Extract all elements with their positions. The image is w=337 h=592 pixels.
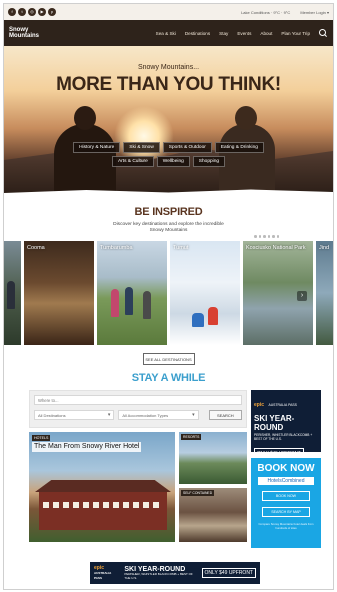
facebook-icon[interactable]: f: [8, 8, 16, 16]
search-button[interactable]: SEARCH: [208, 410, 242, 420]
twitter-icon[interactable]: t: [18, 8, 26, 16]
member-login-link[interactable]: Member Login ▾: [300, 10, 329, 15]
destinations-carousel: Cooma Tumbarumba Tumut Kosciusko Nationa…: [4, 235, 333, 345]
nav-item-plan-your-trip[interactable]: Plan Your Trip: [281, 31, 310, 36]
logo-line2: Mountains: [9, 33, 39, 39]
book-now-heading: BOOK NOW: [257, 463, 315, 474]
chip-ski-snow[interactable]: Ski & Snow: [123, 142, 160, 153]
chip-history-nature[interactable]: History & Nature: [73, 142, 121, 153]
hero-subtitle: Snowy Mountains...: [137, 64, 200, 71]
destination-label: Jind: [319, 245, 330, 251]
filter-row: All Destinations All Accommodation Types…: [34, 410, 242, 420]
destination-card-tumbarumba[interactable]: Tumbarumba: [97, 241, 167, 345]
nav-item-about[interactable]: About: [260, 31, 272, 36]
stay-section: Where to... All Destinations All Accommo…: [4, 390, 333, 550]
instagram-icon[interactable]: ◎: [28, 8, 36, 16]
hero-title: MORE THAN YOU THINK!: [56, 74, 281, 95]
card-tag: RESORTS: [181, 434, 202, 440]
destination-card-cooma[interactable]: Cooma: [24, 241, 94, 345]
stay-main: Where to... All Destinations All Accommo…: [29, 390, 247, 542]
ad-fine-print: Compare Snowy Mountains hotel deals from…: [258, 522, 314, 530]
ski-headline: SKI YEAR-ROUND: [254, 414, 295, 432]
nav-item-sea-ski[interactable]: Sea & Ski: [156, 31, 176, 36]
logo[interactable]: Snowy Mountains: [9, 27, 53, 39]
accommodation-search-form: Where to... All Destinations All Accommo…: [29, 390, 247, 428]
book-now-ad: BOOK NOW HotelsCombined BOOK NOW SEARCH …: [251, 458, 321, 548]
pinterest-icon[interactable]: p: [48, 8, 56, 16]
be-inspired-text: Discover key destinations and explore th…: [113, 222, 224, 233]
banner-epic-logo: epic AUSTRALIA PASS: [94, 564, 112, 580]
chip-eating-drinking[interactable]: Eating & Drinking: [214, 142, 264, 153]
utility-links: Lake Conditions · 9°C · 9°C Member Login…: [241, 10, 329, 15]
destination-label: Kosciusko National Park: [246, 245, 306, 251]
self-contained-card[interactable]: SELF CONTAINED: [179, 488, 247, 542]
resort-card[interactable]: RESORTS: [179, 432, 247, 484]
hotelscombined-logo: HotelsCombined: [258, 477, 314, 485]
card-tag: SELF CONTAINED: [181, 490, 215, 496]
utility-bar: f t ◎ ▶ p Lake Conditions · 9°C · 9°C Me…: [4, 4, 333, 20]
destination-select[interactable]: All Destinations: [34, 410, 115, 420]
search-icon[interactable]: [318, 28, 328, 38]
see-all-destinations-button[interactable]: SEE ALL DESTINATIONS: [142, 353, 195, 365]
sidebar-ads: epic AUSTRALIA PASS SKI YEAR-ROUND PERIS…: [251, 390, 321, 548]
be-inspired-section: BE INSPIRED Discover key destinations an…: [4, 206, 333, 234]
lake-conditions-link[interactable]: Lake Conditions · 9°C · 9°C: [241, 10, 290, 15]
destination-card-jindabyne[interactable]: Jind: [316, 241, 333, 345]
nav-item-destinations[interactable]: Destinations: [185, 31, 210, 36]
be-inspired-heading: BE INSPIRED: [134, 206, 203, 218]
banner-price: ONLY $49 UPFRONT: [201, 568, 256, 578]
destination-label: Tumut: [173, 245, 189, 251]
banner-headline: SKI YEAR-ROUND PERISHER, WHISTLER BLACKC…: [124, 566, 193, 580]
epic-pass-ad[interactable]: epic AUSTRALIA PASS SKI YEAR-ROUND PERIS…: [251, 390, 321, 457]
epic-pass-banner[interactable]: epic AUSTRALIA PASS SKI YEAR-ROUND PERISH…: [90, 562, 260, 584]
destination-label: Cooma: [27, 245, 45, 251]
destination-card-partial[interactable]: [4, 241, 21, 345]
ski-subline: PERISHER, WHISTLER BLACKCOMB + BEST OF T…: [254, 433, 313, 441]
nav-item-events[interactable]: Events: [237, 31, 251, 36]
nav-item-stay[interactable]: Stay: [219, 31, 228, 36]
social-links: f t ◎ ▶ p: [8, 8, 56, 16]
destination-card-tumut[interactable]: Tumut: [170, 241, 240, 345]
carousel-next-icon[interactable]: ›: [297, 291, 307, 301]
price-badge: ONLY $49 UPFRONT: [254, 448, 304, 457]
stay-heading: STAY A WHILE: [131, 372, 206, 384]
youtube-icon[interactable]: ▶: [38, 8, 46, 16]
interest-chips: History & Nature Ski & Snow Sports & Out…: [4, 142, 333, 167]
search-by-map-button[interactable]: SEARCH BY MAP: [262, 507, 310, 517]
carousel-dots: [254, 235, 279, 238]
destination-label: Tumbarumba: [100, 245, 133, 251]
book-now-button[interactable]: BOOK NOW: [262, 491, 310, 501]
page: f t ◎ ▶ p Lake Conditions · 9°C · 9°C Me…: [3, 3, 334, 590]
card-title: The Man From Snowy River Hotel: [32, 442, 142, 452]
chip-arts-culture[interactable]: Arts & Culture: [111, 156, 154, 167]
nav-menu: Sea & Ski Destinations Stay Events About…: [53, 31, 310, 36]
chip-sports-outdoor[interactable]: Sports & Outdoor: [162, 142, 212, 153]
epic-logo: epic: [254, 402, 265, 408]
hero: Snowy Mountains... MORE THAN YOU THINK! …: [4, 46, 333, 196]
main-nav: Snowy Mountains Sea & Ski Destinations S…: [4, 20, 333, 46]
featured-hotel-card[interactable]: HOTELS The Man From Snowy River Hotel: [29, 432, 175, 542]
chip-wellbeing[interactable]: Wellbeing: [156, 156, 190, 167]
card-tag: HOTELS: [32, 435, 51, 441]
epic-pass-label: AUSTRALIA PASS: [268, 403, 297, 407]
chip-shopping[interactable]: Shopping: [192, 156, 226, 167]
accommodation-type-select[interactable]: All Accommodation Types: [118, 410, 199, 420]
hotel-building: [39, 490, 167, 530]
where-input[interactable]: Where to...: [34, 395, 242, 405]
